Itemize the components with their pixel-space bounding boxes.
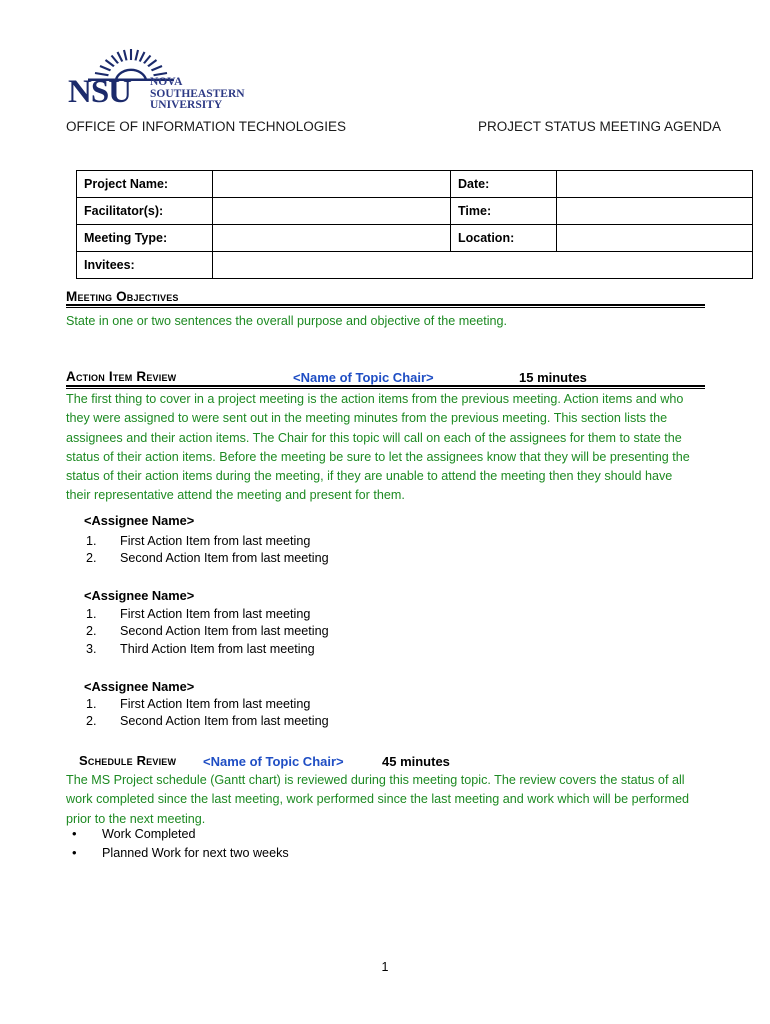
bullet-icon: •	[72, 845, 77, 861]
document-title: PROJECT STATUS MEETING AGENDA	[478, 119, 722, 134]
facilitators-label: Facilitator(s):	[76, 197, 213, 225]
list-item-text: First Action Item from last meeting	[120, 607, 311, 621]
section-rule-meeting-objectives	[66, 304, 705, 308]
nsu-wordmark: NOVA SOUTHEASTERN UNIVERSITY	[150, 76, 245, 112]
list-item-text: Third Action Item from last meeting	[120, 641, 315, 656]
list-item: 2. Second Action Item from last meeting	[84, 623, 329, 640]
list-item-text: Work Completed	[102, 827, 196, 841]
bullet-icon: •	[72, 826, 77, 841]
meeting-info-table: Project Name: Date: Facilitator(s): Time…	[76, 170, 753, 279]
table-row: Project Name: Date:	[76, 170, 753, 198]
schedule-review-body: The MS Project schedule (Gantt chart) is…	[66, 773, 689, 826]
list-item-text: Planned Work for next two weeks	[102, 846, 289, 861]
section-rule-action-item-review	[66, 385, 705, 389]
invitees-value[interactable]	[212, 251, 753, 279]
list-marker: 1.	[86, 607, 97, 621]
list-marker: 3.	[86, 641, 97, 656]
list-marker: 2.	[86, 551, 97, 566]
section-heading-action-item-review: Action Item Review	[66, 369, 177, 384]
list-item: 2. Second Action Item from last meeting	[84, 550, 329, 567]
meeting-objectives-body: State in one or two sentences the overal…	[66, 314, 508, 328]
list-item: 2. Second Action Item from last meeting	[84, 713, 329, 730]
invitees-label: Invitees:	[76, 251, 213, 279]
nsu-acronym: NSU	[68, 74, 132, 110]
project-name-label: Project Name:	[76, 170, 213, 198]
date-value[interactable]	[556, 170, 753, 198]
table-row: Facilitator(s): Time:	[76, 197, 753, 225]
list-item: 1. First Action Item from last meeting	[84, 606, 329, 623]
list-item: 1. First Action Item from last meeting	[84, 533, 329, 550]
assignee-action-items: 1. First Action Item from last meeting 2…	[84, 533, 329, 568]
list-item: • Planned Work for next two weeks	[66, 844, 289, 863]
list-marker: 1.	[86, 534, 97, 548]
list-item-text: First Action Item from last meeting	[120, 697, 311, 711]
list-item: • Work Completed	[66, 825, 289, 844]
assignee-name: <Assignee Name>	[84, 513, 195, 528]
assignee-action-items: 1. First Action Item from last meeting 2…	[84, 696, 329, 731]
list-item: 1. First Action Item from last meeting	[84, 696, 329, 713]
list-marker: 1.	[86, 697, 97, 711]
time-value[interactable]	[556, 197, 753, 225]
facilitators-value[interactable]	[212, 197, 451, 225]
action-item-review-chair: <Name of Topic Chair>	[293, 370, 434, 385]
list-item-text: First Action Item from last meeting	[120, 534, 311, 548]
list-item-text: Second Action Item from last meeting	[120, 714, 329, 729]
table-row: Meeting Type: Location:	[76, 224, 753, 252]
list-item-text: Second Action Item from last meeting	[120, 624, 329, 639]
assignee-name: <Assignee Name>	[84, 679, 195, 694]
schedule-review-chair: <Name of Topic Chair>	[203, 754, 344, 769]
action-item-review-body: The first thing to cover in a project me…	[66, 392, 690, 503]
location-value[interactable]	[556, 224, 753, 252]
table-row: Invitees:	[76, 251, 753, 279]
page-number: 1	[381, 960, 389, 974]
list-item: 3. Third Action Item from last meeting	[84, 641, 329, 658]
time-label: Time:	[450, 197, 557, 225]
schedule-review-bullets: • Work Completed • Planned Work for next…	[66, 825, 289, 864]
section-heading-schedule-review: Schedule Review	[79, 753, 177, 768]
section-heading-meeting-objectives: Meeting Objectives	[66, 289, 179, 304]
office-title: OFFICE OF INFORMATION TECHNOLOGIES	[66, 119, 347, 134]
nsu-wordmark-line-1: NOVA	[150, 76, 183, 88]
list-marker: 2.	[86, 624, 97, 639]
nsu-logo: NSU NOVA SOUTHEASTERN UNIVERSITY	[68, 48, 338, 112]
location-label: Location:	[450, 224, 557, 252]
assignee-name: <Assignee Name>	[84, 588, 195, 603]
nsu-wordmark-line-3: UNIVERSITY	[150, 99, 223, 111]
action-item-review-duration: 15 minutes	[519, 370, 587, 385]
document-header: OFFICE OF INFORMATION TECHNOLOGIES PROJE…	[66, 119, 721, 137]
date-label: Date:	[450, 170, 557, 198]
meeting-type-value[interactable]	[212, 224, 451, 252]
document-page: NSU NOVA SOUTHEASTERN UNIVERSITY OFFICE …	[0, 0, 770, 1024]
list-item-text: Second Action Item from last meeting	[120, 551, 329, 566]
project-name-value[interactable]	[212, 170, 451, 198]
schedule-review-duration: 45 minutes	[382, 754, 450, 769]
list-marker: 2.	[86, 714, 97, 729]
meeting-type-label: Meeting Type:	[76, 224, 213, 252]
assignee-action-items: 1. First Action Item from last meeting 2…	[84, 606, 329, 658]
